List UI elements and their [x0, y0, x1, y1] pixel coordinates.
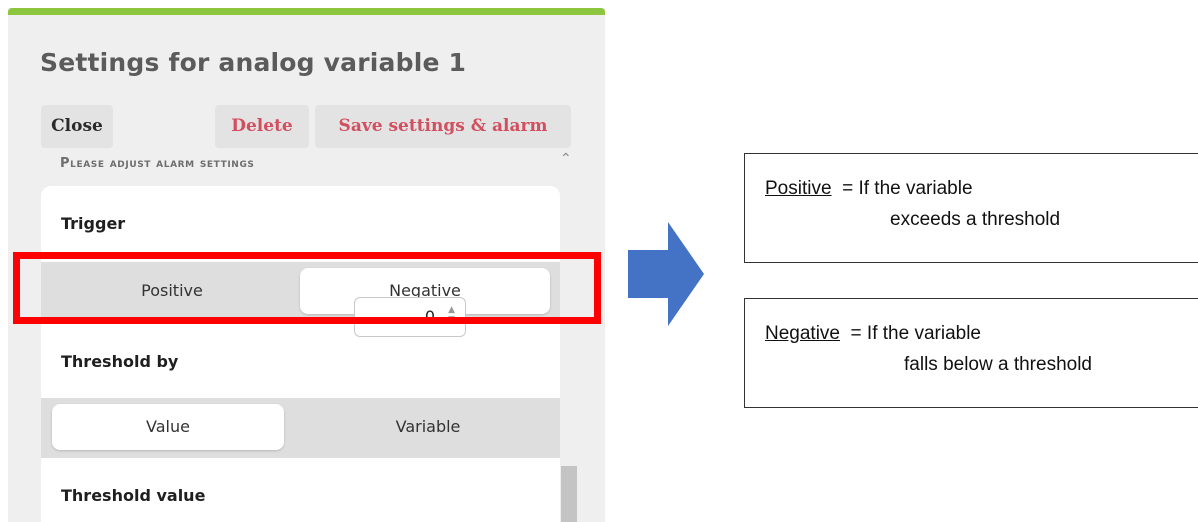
- up-down-spinner-icon[interactable]: ▲ ▼: [448, 305, 455, 325]
- section-label: Please adjust alarm settings: [60, 156, 255, 171]
- negative-definition-line2: falls below a threshold: [904, 354, 1092, 375]
- dialog-accent-strip: [8, 8, 605, 15]
- save-settings-alarm-button[interactable]: Save settings & alarm: [315, 105, 571, 148]
- threshold-by-option-value[interactable]: Value: [52, 404, 284, 450]
- threshold-by-option-variable[interactable]: Variable: [303, 404, 553, 450]
- threshold-by-segmented-control: Value Variable: [41, 398, 560, 458]
- positive-definition-line1: = If the variable: [831, 178, 973, 199]
- trigger-segmented-control: Positive Negative: [41, 262, 560, 322]
- threshold-by-label: Threshold by: [61, 352, 179, 371]
- positive-definition-line2: exceeds a threshold: [890, 209, 1061, 230]
- alarm-settings-panel: Trigger Positive Negative Threshold by V…: [41, 186, 560, 522]
- negative-annotation-box: Negative = If the variable falls below a…: [744, 298, 1198, 408]
- scrollbar-thumb[interactable]: [561, 466, 577, 522]
- negative-term: Negative: [765, 323, 840, 344]
- positive-annotation-box: Positive = If the variable exceeds a thr…: [744, 153, 1198, 263]
- dialog-title: Settings for analog variable 1: [40, 48, 467, 77]
- close-button[interactable]: Close: [41, 105, 113, 148]
- threshold-value-input[interactable]: 0: [425, 307, 435, 326]
- negative-definition-line1: = If the variable: [840, 323, 981, 344]
- trigger-option-positive[interactable]: Positive: [47, 268, 297, 314]
- threshold-value-label: Threshold value: [61, 486, 206, 505]
- threshold-value-stepper[interactable]: 0 ▲ ▼: [354, 297, 466, 337]
- right-arrow-icon: [628, 222, 704, 326]
- trigger-label: Trigger: [61, 214, 126, 233]
- delete-button[interactable]: Delete: [215, 105, 309, 148]
- chevron-up-icon[interactable]: ⌃: [560, 150, 572, 167]
- settings-dialog: Settings for analog variable 1 Close Del…: [8, 8, 605, 522]
- positive-term: Positive: [765, 178, 832, 199]
